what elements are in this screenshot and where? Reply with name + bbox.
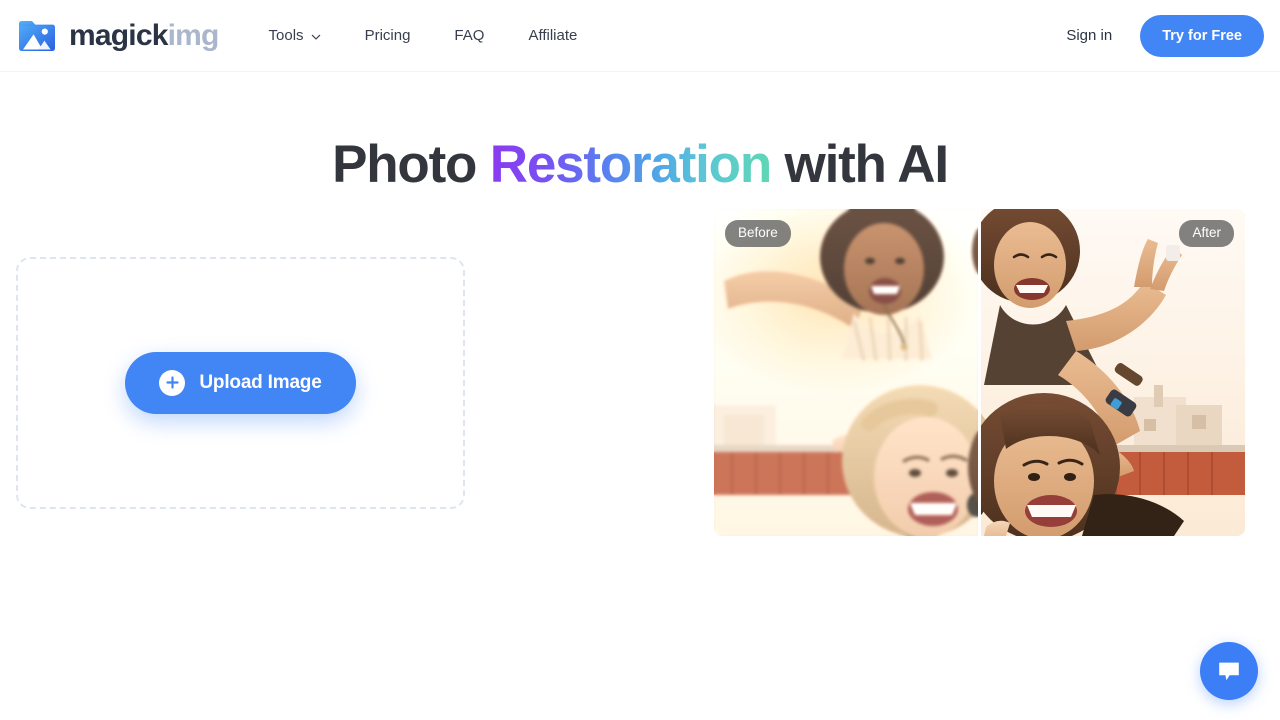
page-title: Photo Restoration with AI	[0, 135, 1280, 196]
brand-word-secondary: img	[167, 18, 220, 52]
brand-wordmark: magick img	[69, 18, 220, 52]
nav-item-faq[interactable]: FAQ	[432, 19, 506, 52]
brand-logo-link[interactable]: magick img	[16, 15, 219, 57]
upload-image-label: Upload Image	[199, 371, 322, 393]
before-label: Before	[725, 219, 791, 247]
comparison-divider[interactable]	[978, 208, 981, 536]
chat-widget-button[interactable]	[1200, 642, 1258, 700]
image-folder-logo-icon	[16, 15, 58, 57]
nav-item-label: Tools	[268, 27, 304, 44]
page-title-highlight: Restoration	[489, 135, 772, 194]
page-title-suffix: with AI	[771, 135, 950, 194]
hero-main: Upload Image Before After	[0, 196, 1280, 666]
site-header: magick img Tools Pricing FAQ Affiliate Si…	[0, 0, 1280, 72]
chat-bubble-icon	[1215, 657, 1243, 685]
after-label: After	[1179, 219, 1234, 247]
page-title-prefix: Photo	[332, 135, 490, 194]
nav-item-label: FAQ	[454, 27, 485, 44]
header-actions: Sign in Try for Free	[1056, 14, 1264, 57]
chevron-down-icon	[311, 32, 321, 42]
before-after-comparison[interactable]: Before After	[714, 208, 1245, 536]
nav-item-label: Pricing	[364, 27, 411, 44]
nav-item-affiliate[interactable]: Affiliate	[506, 19, 599, 52]
nav-item-tools[interactable]: Tools	[269, 19, 343, 52]
brand-word-primary: magick	[69, 18, 168, 52]
plus-icon	[159, 369, 186, 396]
upload-dropzone[interactable]: Upload Image	[16, 256, 465, 509]
try-for-free-button[interactable]: Try for Free	[1140, 14, 1264, 57]
sign-in-link[interactable]: Sign in	[1056, 19, 1122, 52]
nav-item-pricing[interactable]: Pricing	[343, 19, 433, 52]
main-navigation: Tools Pricing FAQ Affiliate	[269, 19, 600, 52]
nav-item-label: Affiliate	[528, 27, 578, 44]
upload-image-button[interactable]: Upload Image	[125, 351, 356, 414]
